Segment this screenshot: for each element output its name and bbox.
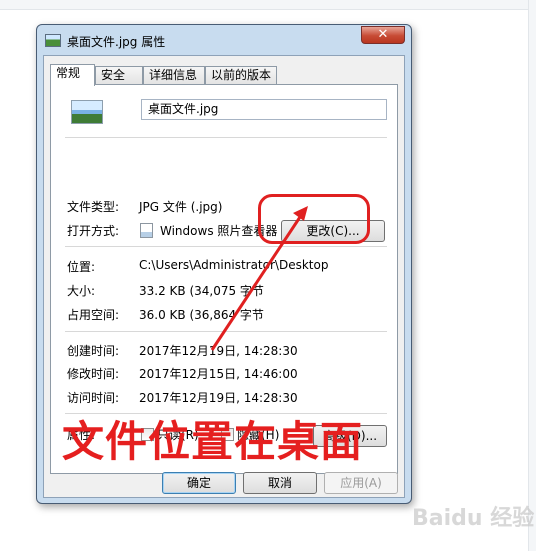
tab-general[interactable]: 常规: [50, 64, 95, 86]
annotation-caption: 文件位置在桌面: [62, 417, 364, 466]
baidu-watermark: Baidu 经验: [412, 506, 535, 531]
